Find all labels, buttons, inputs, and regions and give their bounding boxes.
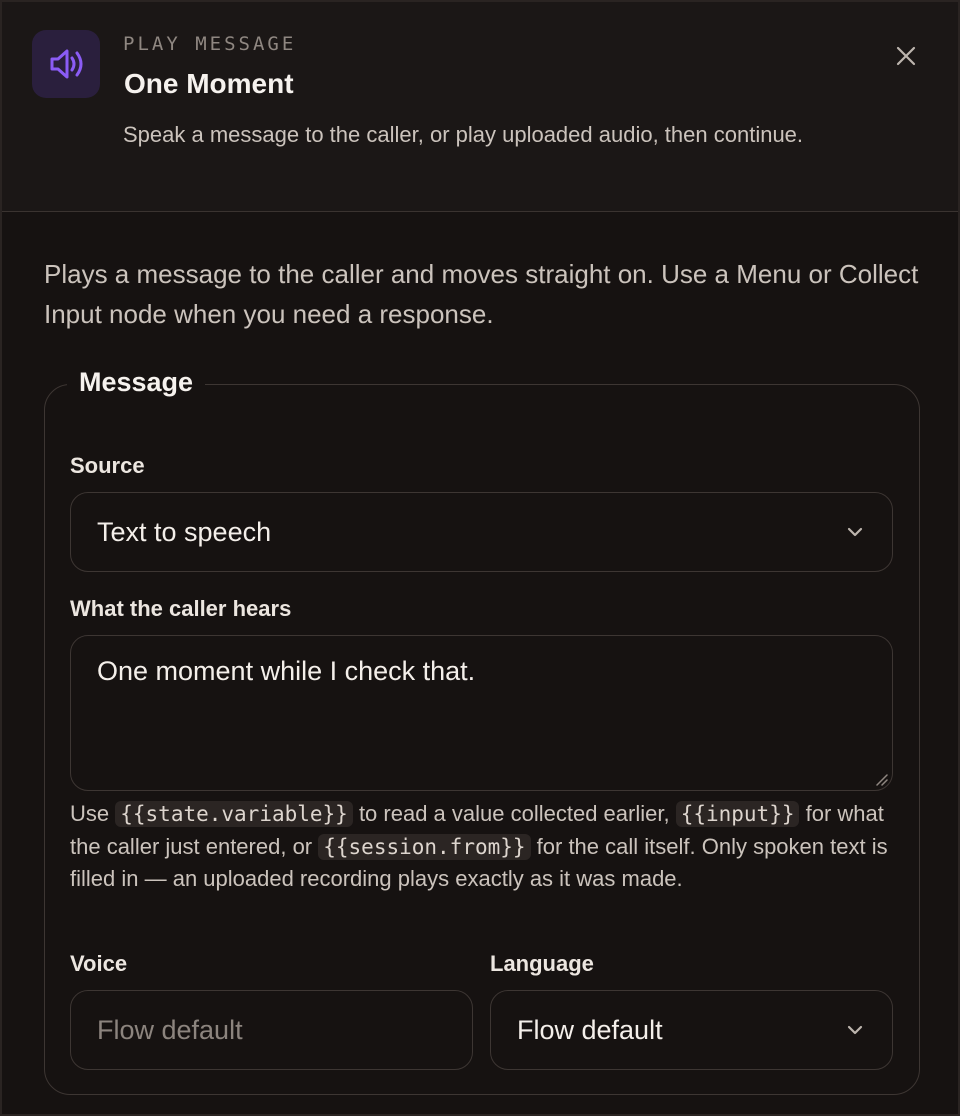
speech-label: What the caller hears [70,596,292,621]
panel-header: PLAY MESSAGE One Moment Speak a message … [2,2,958,212]
language-select[interactable]: Flow default [490,990,893,1070]
intro-text: Plays a message to the caller and moves … [44,259,919,329]
node-type-label: PLAY MESSAGE [123,33,297,55]
source-value: Text to speech [97,516,272,547]
voice-input[interactable]: Flow default [70,990,473,1070]
voice-label: Voice [70,951,128,976]
language-value: Flow default [517,1014,663,1045]
chevron-down-icon [847,1025,863,1035]
close-icon [896,46,916,66]
state-variable-code: {{state.variable}} [115,801,353,827]
play-message-panel: PLAY MESSAGE One Moment Speak a message … [0,0,960,1116]
source-label: Source [70,453,145,478]
close-button[interactable] [890,40,922,72]
session-variable-code: {{session.from}} [318,833,531,860]
variables-help-text: Use {{state.variable}} to read a value c… [70,801,888,891]
node-title: One Moment [124,68,294,99]
speech-textarea[interactable]: One moment while I check that. [70,635,893,791]
node-subtitle: Speak a message to the caller, or play u… [123,122,804,147]
source-select[interactable]: Text to speech [70,492,893,572]
speaker-icon [32,30,100,98]
section-legend: Message [67,367,206,398]
input-variable-code: {{input}} [675,801,800,827]
language-label: Language [490,951,594,976]
speech-text: One moment while I check that. [97,656,476,686]
message-section: Message Source Text to speech What the c… [44,367,920,1095]
resize-handle-icon[interactable] [874,772,888,786]
voice-placeholder: Flow default [97,1014,243,1045]
chevron-down-icon [847,527,863,537]
